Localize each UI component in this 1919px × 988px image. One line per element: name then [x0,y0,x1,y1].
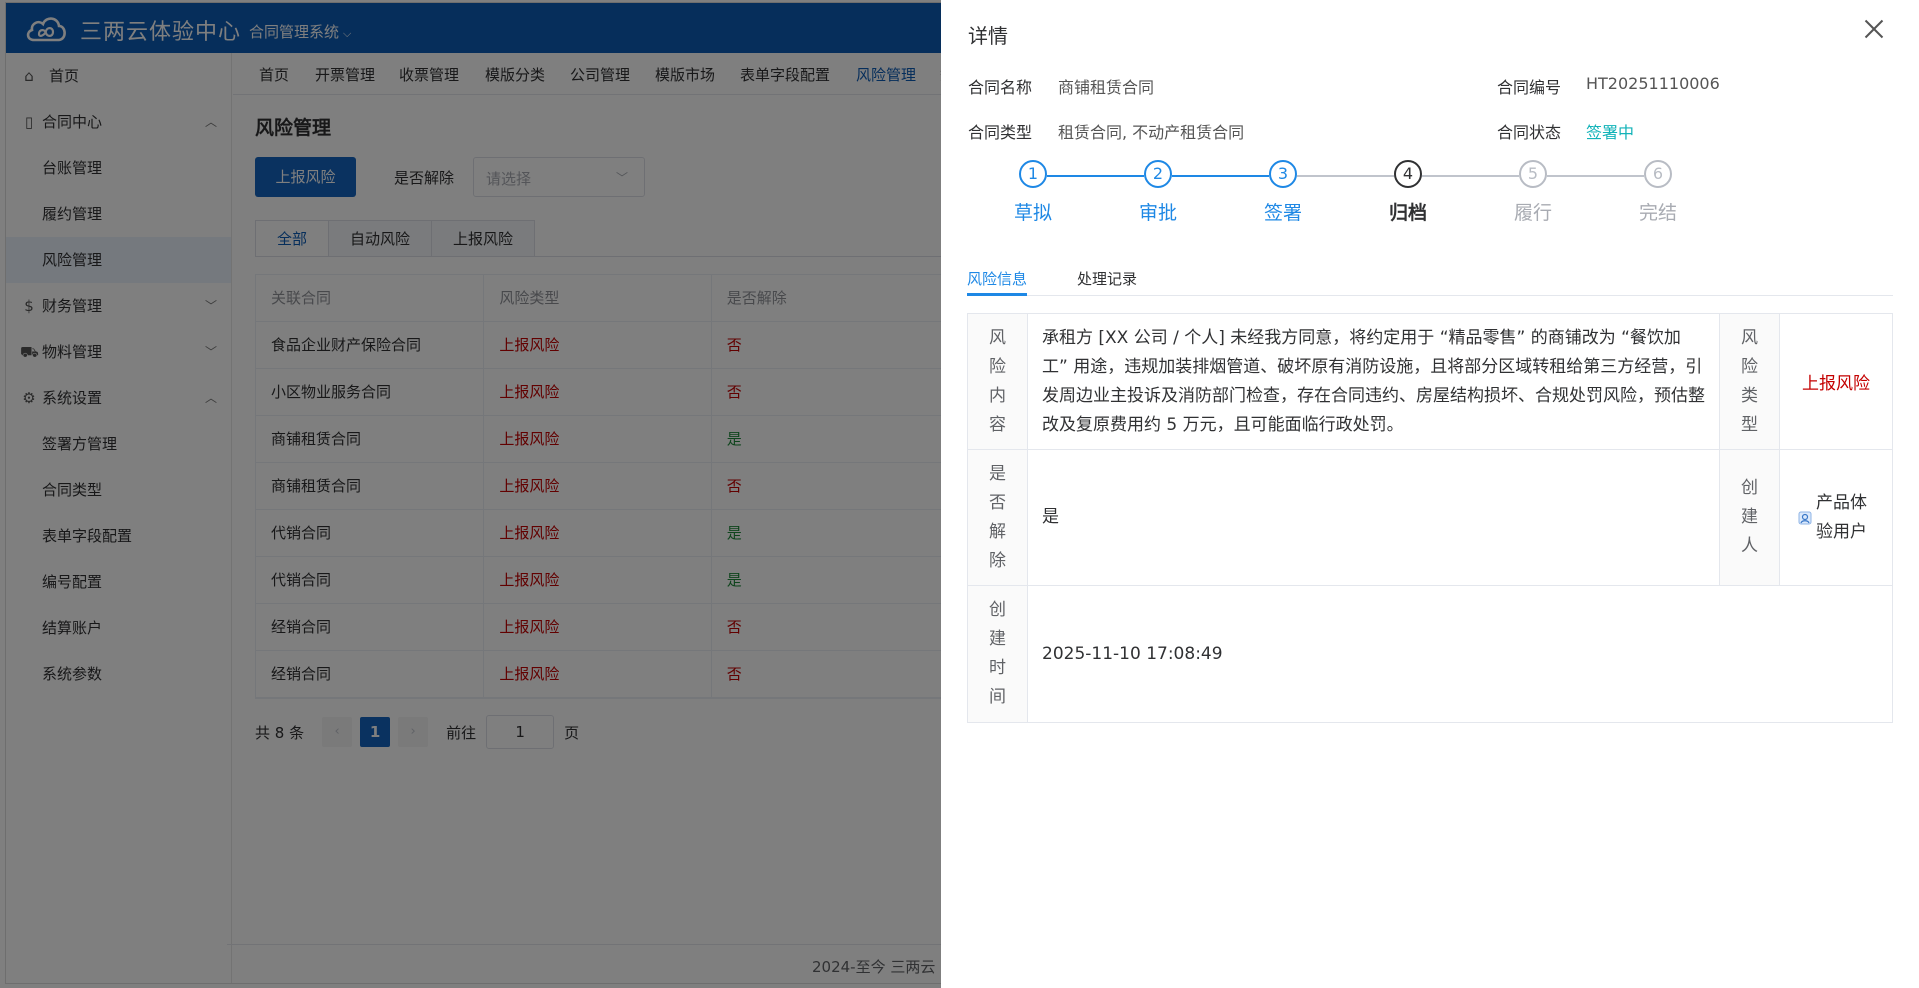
risk-type-value: 上报风险 [1802,374,1870,394]
step-number: 1 [1019,160,1047,188]
resolved-label: 是否解除 [989,463,1006,571]
creator: 产品体验用户 [1798,489,1874,547]
step-label: 归档 [1388,202,1427,224]
step-approval: 2 审批 [1108,160,1208,225]
contract-name-label: 合同名称 [968,78,1033,97]
step-complete: 6 完结 [1608,160,1708,225]
detail-drawer: 详情 合同名称 商铺租赁合同 合同编号 HT20251110006 合同类型 租… [941,0,1919,988]
step-label: 履行 [1513,202,1552,224]
detail-tabs: 风险信息 处理记录 [967,262,1893,296]
step-connector [1172,175,1269,177]
user-avatar-icon [1798,511,1812,524]
step-connector [1422,175,1519,177]
step-number: 5 [1519,160,1547,188]
creator-name: 产品体验用户 [1816,492,1867,542]
risk-type-label: 风险类型 [1741,327,1758,435]
contract-status-value: 签署中 [1586,123,1635,142]
step-number: 2 [1144,160,1172,188]
risk-detail-table: 风险内容 承租方 [XX 公司 / 个人] 未经我方同意，将约定用于 “精品零售… [967,313,1893,723]
step-connector [1547,175,1644,177]
contract-name-value: 商铺租赁合同 [1058,78,1155,97]
creator-label: 创建人 [1741,478,1758,556]
step-draft: 1 草拟 [983,160,1083,225]
step-fulfillment: 5 履行 [1483,160,1583,225]
tab-handling-records[interactable]: 处理记录 [1077,268,1137,289]
tab-risk-info[interactable]: 风险信息 [967,268,1027,289]
contract-steps: 1 草拟 2 审批 3 签署 4 归档 5 履行 6 完结 [968,160,1718,230]
creator-cell: 产品体验用户 [1780,450,1892,585]
step-connector [1297,175,1394,177]
created-time-value: 2025-11-10 17:08:49 [1042,643,1223,664]
step-number: 6 [1644,160,1672,188]
created-time-label: 创建时间 [989,600,1006,707]
step-signing: 3 签署 [1233,160,1333,225]
risk-content-label: 风险内容 [989,327,1006,435]
step-archive: 4 归档 [1358,160,1458,225]
contract-no-label: 合同编号 [1497,78,1562,97]
detail-row: 是否解除 是 创建人 产品体验用户 [968,450,1892,586]
resolved-value: 是 [1028,450,1720,585]
drawer-title: 详情 [968,24,1008,48]
detail-row: 创建时间 2025-11-10 17:08:49 [968,586,1892,722]
active-tab-indicator [967,293,1027,296]
contract-type-value: 租赁合同, 不动产租赁合同 [1058,123,1245,142]
step-connector [1047,175,1144,177]
risk-content-value: 承租方 [XX 公司 / 个人] 未经我方同意，将约定用于 “精品零售” 的商铺… [1028,314,1720,449]
contract-status-label: 合同状态 [1497,123,1562,142]
step-label: 完结 [1638,202,1677,224]
detail-label-cell: 风险类型 [1720,314,1780,449]
step-label: 签署 [1263,202,1302,224]
step-label: 审批 [1138,202,1177,224]
detail-label-cell: 创建人 [1720,450,1780,585]
contract-type-label: 合同类型 [968,123,1033,142]
step-number: 3 [1269,160,1297,188]
step-label: 草拟 [1013,202,1052,224]
detail-row: 风险内容 承租方 [XX 公司 / 个人] 未经我方同意，将约定用于 “精品零售… [968,314,1892,450]
step-number: 4 [1394,160,1422,188]
detail-label-cell: 风险内容 [968,314,1028,449]
contract-no-value: HT20251110006 [1586,74,1720,93]
detail-label-cell: 是否解除 [968,450,1028,585]
detail-label-cell: 创建时间 [968,586,1028,722]
close-icon[interactable] [1863,18,1885,40]
